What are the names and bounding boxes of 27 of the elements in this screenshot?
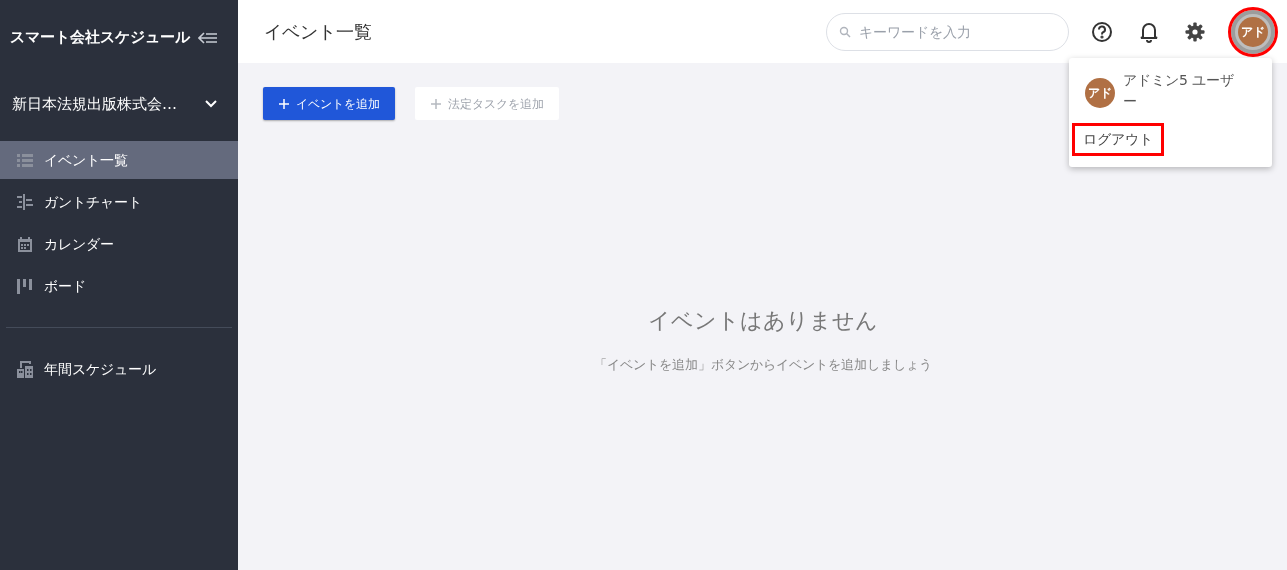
list-icon xyxy=(16,151,34,169)
app-title: スマート会社スケジュール xyxy=(10,27,190,48)
sidebar-item[interactable]: イベント一覧 xyxy=(0,141,238,179)
chevron-down-icon xyxy=(204,98,218,109)
board-icon xyxy=(16,277,34,295)
empty-hint: 「イベントを追加」ボタンからイベントを追加しましょう xyxy=(592,356,933,374)
gantt-icon xyxy=(16,193,34,211)
page-title: イベント一覧 xyxy=(264,20,372,44)
sidebar-item[interactable]: ボード xyxy=(0,267,238,305)
calendar-icon xyxy=(16,235,34,253)
notifications-button[interactable] xyxy=(1139,20,1159,43)
help-button[interactable] xyxy=(1091,20,1113,43)
sidebar-item[interactable]: カレンダー xyxy=(0,225,238,263)
user-name: アドミン5 ユーザー xyxy=(1123,71,1236,111)
company-selector[interactable]: 新日本法規出版株式会… xyxy=(0,48,238,141)
search-field[interactable]: キーワードを入力 xyxy=(826,12,1069,51)
plus-icon xyxy=(430,98,442,110)
building-icon xyxy=(16,360,34,378)
settings-button[interactable] xyxy=(1185,21,1205,42)
empty-title: イベントはありません xyxy=(646,307,879,335)
sidebar-item[interactable]: ガントチャート xyxy=(0,183,238,221)
sidebar-item[interactable]: 年間スケジュール xyxy=(0,350,238,388)
logout-item[interactable]: ログアウト xyxy=(1075,126,1161,153)
plus-icon xyxy=(278,98,290,110)
avatar: アド xyxy=(1085,78,1115,108)
add-button[interactable]: イベントを追加 xyxy=(263,87,395,120)
avatar-button[interactable]: アド xyxy=(1231,9,1275,54)
